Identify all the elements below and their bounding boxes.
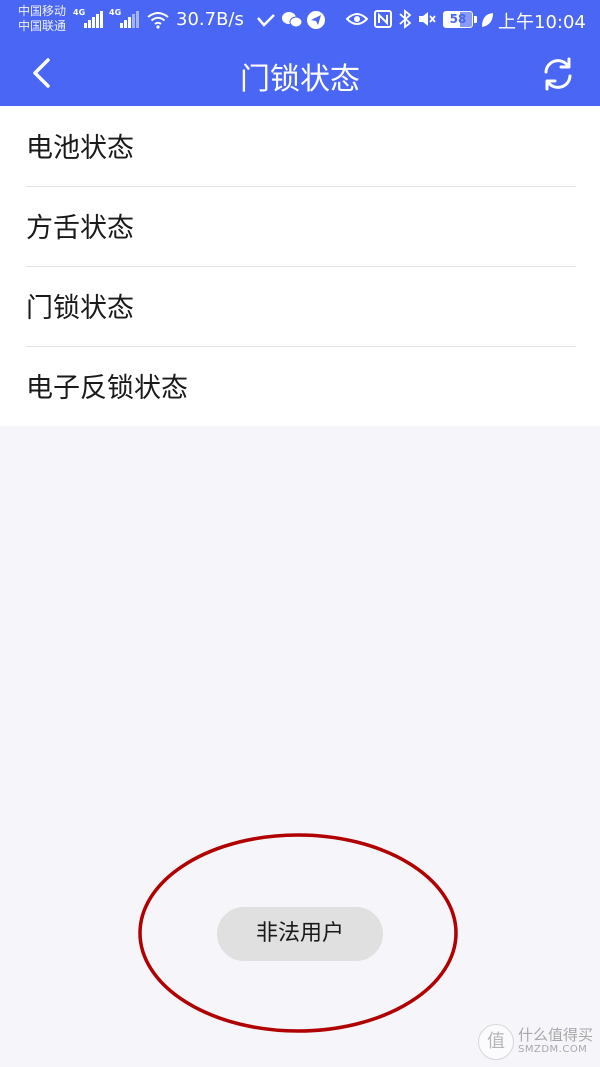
carrier-2-label: 中国联通 bbox=[18, 19, 67, 33]
bluetooth-icon bbox=[399, 9, 412, 29]
back-button[interactable] bbox=[22, 52, 62, 94]
page-title: 门锁状态 bbox=[240, 62, 360, 97]
refresh-button[interactable] bbox=[538, 54, 578, 94]
signal-strength-icon bbox=[120, 11, 139, 28]
nav-bar: 门锁状态 bbox=[0, 40, 600, 106]
watermark-brand: 什么值得买 bbox=[518, 1026, 594, 1044]
status-list: 电池状态 方舌状态 门锁状态 电子反锁状态 bbox=[0, 106, 600, 426]
watermark: 值 什么值得买 SMZDM.COM bbox=[478, 1022, 598, 1064]
wifi-icon bbox=[147, 12, 169, 29]
check-app-icon bbox=[257, 14, 275, 27]
list-divider bbox=[26, 266, 576, 267]
list-item-battery-status[interactable]: 电池状态 bbox=[26, 109, 576, 189]
signal-strength-icon bbox=[84, 11, 103, 28]
nfc-icon bbox=[374, 10, 392, 28]
carrier-1-label: 中国移动 bbox=[18, 4, 67, 18]
status-bar: 中国移动 中国联通 4G 4G 30.7B/s 58 上午10:04 bbox=[0, 0, 600, 40]
status-time: 上午10:04 bbox=[498, 12, 586, 33]
network-speed: 30.7B/s bbox=[176, 9, 244, 30]
chevron-left-icon bbox=[33, 58, 50, 88]
watermark-site: SMZDM.COM bbox=[518, 1044, 588, 1055]
refresh-icon bbox=[544, 57, 572, 91]
battery-icon: 58 bbox=[443, 11, 473, 28]
list-item-door-lock-status[interactable]: 门锁状态 bbox=[26, 269, 576, 349]
list-divider bbox=[26, 346, 576, 347]
eye-comfort-icon bbox=[346, 13, 368, 25]
carrier-info: 中国移动 中国联通 bbox=[18, 4, 66, 34]
list-item-electronic-deadlock-status[interactable]: 电子反锁状态 bbox=[26, 349, 576, 429]
leaf-icon bbox=[482, 13, 493, 27]
list-item-square-tongue-status[interactable]: 方舌状态 bbox=[26, 189, 576, 269]
app-header: 中国移动 中国联通 4G 4G 30.7B/s 58 上午10:04 门锁状态 bbox=[0, 0, 600, 106]
mute-icon bbox=[419, 12, 436, 26]
list-divider bbox=[26, 186, 576, 187]
watermark-logo-icon: 值 bbox=[478, 1024, 514, 1060]
highlight-ellipse-annotation bbox=[138, 833, 458, 1033]
battery-tip bbox=[474, 16, 477, 23]
battery-level: 58 bbox=[449, 12, 467, 26]
wechat-icon bbox=[282, 12, 303, 28]
telegram-icon bbox=[307, 11, 325, 29]
